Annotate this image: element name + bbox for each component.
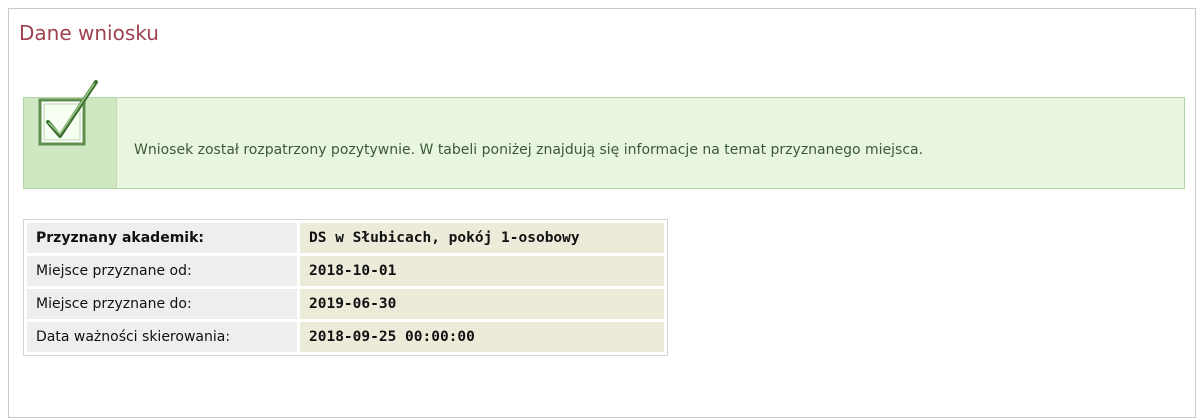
table-row: Miejsce przyznane do: 2019-06-30 [27,289,664,319]
table-row: Miejsce przyznane od: 2018-10-01 [27,256,664,286]
row-value: 2018-10-01 [300,256,664,286]
row-value: DS w Słubicach, pokój 1-osobowy [300,223,664,253]
row-value: 2019-06-30 [300,289,664,319]
checkmark-icon [38,80,98,146]
row-label: Data ważności skierowania: [27,322,297,352]
assignment-info-table: Przyznany akademik: DS w Słubicach, pokó… [23,219,668,356]
table-row: Przyznany akademik: DS w Słubicach, pokó… [27,223,664,253]
table-row: Data ważności skierowania: 2018-09-25 00… [27,322,664,352]
notice-icon-area [24,80,117,188]
row-value: 2018-09-25 00:00:00 [300,322,664,352]
row-label: Przyznany akademik: [27,223,297,253]
row-label: Miejsce przyznane od: [27,256,297,286]
row-label: Miejsce przyznane do: [27,289,297,319]
section-title: Dane wniosku [19,21,159,45]
notice-message: Wniosek został rozpatrzony pozytywnie. W… [134,142,924,158]
success-notice: Wniosek został rozpatrzony pozytywnie. W… [23,80,1185,189]
application-data-panel: Dane wniosku Wniosek został rozpatrzony … [8,8,1196,418]
